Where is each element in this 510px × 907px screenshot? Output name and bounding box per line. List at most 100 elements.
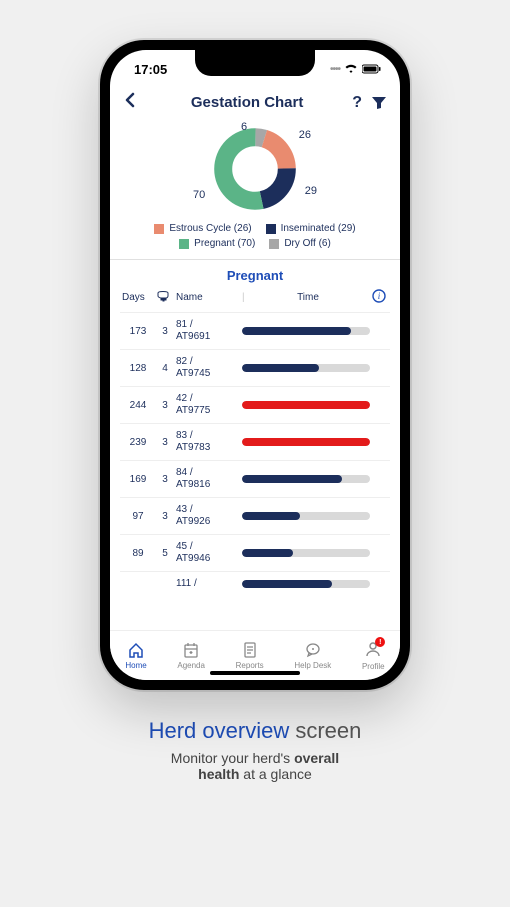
filter-icon[interactable]: [372, 96, 386, 110]
table-row[interactable]: 111 /: [120, 571, 390, 596]
legend-swatch: [269, 239, 279, 249]
status-time: 17:05: [134, 62, 167, 77]
section-title: Pregnant: [120, 260, 390, 289]
nav-label: Home: [125, 661, 146, 670]
cell-days: 169: [122, 474, 154, 485]
cell-count: 3: [156, 326, 174, 337]
legend-swatch: [266, 224, 276, 234]
caption: Herd overview screen Monitor your herd's…: [149, 718, 362, 782]
cell-count: 3: [156, 437, 174, 448]
progress-bar: [242, 401, 370, 409]
cell-count: 3: [156, 400, 174, 411]
cell-count: 5: [156, 548, 174, 559]
cell-name: 83 /AT9783: [176, 430, 240, 454]
svg-text:i: i: [378, 291, 381, 301]
cell-name: 111 /: [176, 578, 240, 590]
legend-item: Estrous Cycle (26): [154, 223, 251, 234]
table-row[interactable]: 97 3 43 /AT9926: [120, 497, 390, 534]
progress-bar: [242, 327, 370, 335]
cell-name: 45 /AT9946: [176, 541, 240, 565]
header: Gestation Chart ?: [110, 88, 400, 119]
content: 6 26 29 70 Estrous Cycle (26) Inseminated…: [110, 119, 400, 630]
cell-days: 173: [122, 326, 154, 337]
home-indicator: [210, 671, 300, 675]
nav-agenda[interactable]: Agenda: [177, 641, 205, 670]
progress-bar: [242, 438, 370, 446]
legend-label: Estrous Cycle (26): [169, 223, 251, 234]
screen: 17:05 •••• Gestation Chart ?: [110, 50, 400, 680]
battery-icon: [362, 64, 382, 74]
table-header: Days Name | Time i: [120, 289, 390, 312]
page-title: Gestation Chart: [142, 94, 352, 111]
legend-label: Pregnant (70): [194, 238, 255, 249]
col-name: Name: [176, 292, 240, 303]
progress-bar: [242, 475, 370, 483]
progress-bar: [242, 580, 370, 588]
help-desk-icon: [304, 641, 322, 659]
badge-icon: [364, 640, 382, 660]
table-rows: 173 3 81 /AT9691 128 4 82 /AT9745 244 3 …: [120, 312, 390, 630]
udder-icon: [156, 289, 174, 306]
legend-item: Inseminated (29): [266, 223, 356, 234]
chart-label-estrous: 26: [299, 129, 311, 141]
progress-bar: [242, 364, 370, 372]
table-row[interactable]: 173 3 81 /AT9691: [120, 312, 390, 349]
cell-days: 244: [122, 400, 154, 411]
wifi-icon: [344, 64, 358, 74]
progress-bar: [242, 512, 370, 520]
home-icon: [127, 641, 145, 659]
nav-profile[interactable]: Profile: [362, 640, 385, 671]
back-button[interactable]: [124, 92, 142, 113]
nav-label: Profile: [362, 662, 385, 671]
chart-label-dryoff: 6: [241, 121, 247, 133]
cell-name: 43 /AT9926: [176, 504, 240, 528]
col-days: Days: [122, 292, 154, 303]
nav-help-desk[interactable]: Help Desk: [294, 641, 331, 670]
caption-title: Herd overview screen: [149, 718, 362, 744]
cell-name: 81 /AT9691: [176, 319, 240, 343]
legend-item: Dry Off (6): [269, 238, 330, 249]
cell-count: 3: [156, 474, 174, 485]
table-row[interactable]: 239 3 83 /AT9783: [120, 423, 390, 460]
nav-home[interactable]: Home: [125, 641, 146, 670]
cell-count: 3: [156, 511, 174, 522]
cellular-icon: ••••: [330, 64, 340, 75]
help-icon[interactable]: ?: [352, 94, 362, 112]
agenda-icon: [182, 641, 200, 659]
legend-swatch: [154, 224, 164, 234]
cell-days: 239: [122, 437, 154, 448]
notch: [195, 50, 315, 76]
cell-name: 82 /AT9745: [176, 356, 240, 380]
table-row[interactable]: 244 3 42 /AT9775: [120, 386, 390, 423]
legend: Estrous Cycle (26) Inseminated (29) Pregna…: [120, 215, 390, 259]
profile-icon: [364, 640, 382, 658]
caption-sub: Monitor your herd's overallhealth at a g…: [149, 750, 362, 782]
info-icon[interactable]: i: [372, 289, 388, 306]
nav-label: Help Desk: [294, 661, 331, 670]
cell-name: 84 /AT9816: [176, 467, 240, 491]
donut-chart: 6 26 29 70: [120, 119, 390, 215]
status-right: ••••: [330, 64, 382, 75]
nav-label: Reports: [236, 661, 264, 670]
legend-label: Inseminated (29): [281, 223, 356, 234]
legend-label: Dry Off (6): [284, 238, 330, 249]
cell-count: 4: [156, 363, 174, 374]
nav-reports[interactable]: Reports: [236, 641, 264, 670]
nav-label: Agenda: [177, 661, 205, 670]
cell-name: 42 /AT9775: [176, 393, 240, 417]
cell-days: 89: [122, 548, 154, 559]
table-row[interactable]: 169 3 84 /AT9816: [120, 460, 390, 497]
phone-frame: 17:05 •••• Gestation Chart ?: [100, 40, 410, 690]
cell-days: 128: [122, 363, 154, 374]
cell-days: 97: [122, 511, 154, 522]
progress-bar: [242, 549, 370, 557]
legend-swatch: [179, 239, 189, 249]
chart-label-preg: 70: [193, 189, 205, 201]
legend-item: Pregnant (70): [179, 238, 255, 249]
table-row[interactable]: 89 5 45 /AT9946: [120, 534, 390, 571]
table-row[interactable]: 128 4 82 /AT9745: [120, 349, 390, 386]
col-separator: |: [242, 292, 244, 303]
col-time: Time: [246, 292, 370, 303]
reports-icon: [241, 641, 259, 659]
chart-label-insem: 29: [305, 185, 317, 197]
